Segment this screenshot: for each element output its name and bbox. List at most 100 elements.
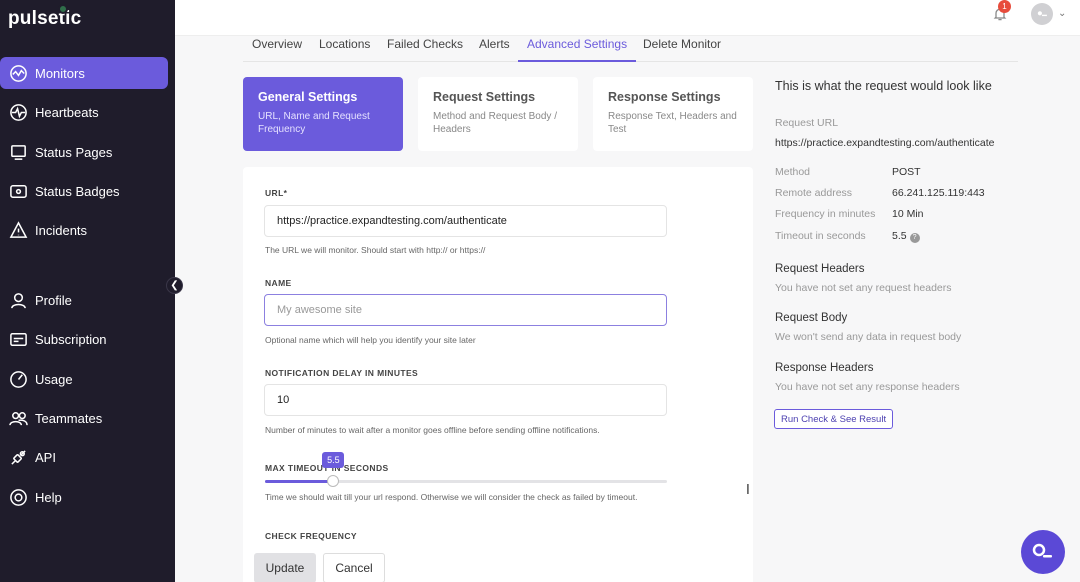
usage-icon <box>8 369 28 389</box>
cancel-button[interactable]: Cancel <box>323 553 385 582</box>
chat-support-button[interactable] <box>1021 530 1065 574</box>
max-timeout-help: Time we should wait till your url respon… <box>265 492 638 502</box>
notification-delay-field[interactable]: 10 <box>264 384 667 416</box>
timeout-value: 5.5 <box>892 230 907 242</box>
question-icon[interactable]: ? <box>909 233 920 243</box>
user-avatar-icon <box>1037 11 1047 17</box>
sidebar-item-usage[interactable]: Usage <box>0 363 168 395</box>
sidebar-item-label: Status Pages <box>35 144 113 160</box>
sidebar: pulsetic Monitors Heartbeats Status Page… <box>0 0 175 582</box>
sidebar-item-label: Monitors <box>35 65 85 81</box>
sidebar-item-status-pages[interactable]: Status Pages <box>0 136 168 168</box>
monitor-tabs: Overview Locations Failed Checks Alerts … <box>243 36 1018 62</box>
sidebar-item-label: Status Badges <box>35 183 120 199</box>
general-settings-form: URL* https://practice.expandtesting.com/… <box>243 167 753 582</box>
notification-delay-help: Number of minutes to wait after a monito… <box>265 425 600 435</box>
chat-icon <box>1032 543 1052 558</box>
sidebar-item-label: Teammates <box>35 410 103 426</box>
monitors-icon <box>8 63 28 83</box>
request-url-value: https://practice.expandtesting.com/authe… <box>775 137 995 149</box>
logo-dot <box>58 4 68 14</box>
slider-handle[interactable] <box>327 475 340 487</box>
slider-fill <box>265 480 334 483</box>
request-body-text: We won't send any data in request body <box>775 331 962 343</box>
response-headers-title: Response Headers <box>775 362 874 374</box>
sidebar-item-label: Subscription <box>35 331 107 347</box>
notification-badge: 1 <box>998 0 1011 13</box>
brand-logo[interactable]: pulsetic <box>8 8 81 30</box>
timeout-slider[interactable]: 5.5 <box>265 452 667 487</box>
request-url-label: Request URL <box>775 117 839 129</box>
sidebar-item-status-badges[interactable]: Status Badges <box>0 175 168 207</box>
tab-failed-checks[interactable]: Failed Checks <box>387 36 463 62</box>
avatar[interactable] <box>1031 3 1053 25</box>
sidebar-item-label: Usage <box>35 371 73 387</box>
sidebar-item-label: Help <box>35 489 62 505</box>
general-settings-card[interactable]: General Settings URL, Name and Request F… <box>243 77 403 151</box>
top-bar <box>175 0 1080 36</box>
name-field[interactable] <box>264 294 667 326</box>
sidebar-item-heartbeats[interactable]: Heartbeats <box>0 96 168 128</box>
sidebar-item-label: API <box>35 449 56 465</box>
chevron-down-icon[interactable]: ⌄ <box>1058 8 1066 19</box>
remote-address-value: 66.241.125.119:443 <box>892 187 985 199</box>
card-description: Response Text, Headers and Test <box>608 111 737 135</box>
timeout-label: Timeout in seconds <box>775 230 866 242</box>
sidebar-item-label: Heartbeats <box>35 104 99 120</box>
request-settings-card[interactable]: Request Settings Method and Request Body… <box>418 77 578 151</box>
sidebar-item-incidents[interactable]: Incidents <box>0 214 168 246</box>
sidebar-item-help[interactable]: Help <box>0 481 168 513</box>
heartbeat-icon <box>8 102 28 122</box>
incidents-icon <box>8 220 28 240</box>
request-headers-title: Request Headers <box>775 263 865 275</box>
tab-delete-monitor[interactable]: Delete Monitor <box>643 36 721 62</box>
sidebar-item-subscription[interactable]: Subscription <box>0 323 168 355</box>
help-icon <box>8 487 28 507</box>
notification-delay-label: NOTIFICATION DELAY IN MINUTES <box>265 368 419 378</box>
frequency-label: Frequency in minutes <box>775 208 876 220</box>
subscription-icon <box>8 329 28 349</box>
method-value: POST <box>892 166 921 178</box>
run-check-button[interactable]: Run Check & See Result <box>774 409 894 429</box>
url-label: URL* <box>265 188 288 198</box>
remote-address-label: Remote address <box>775 187 853 199</box>
sidebar-item-label: Profile <box>35 292 72 308</box>
update-button[interactable]: Update <box>254 553 316 582</box>
url-help: The URL we will monitor. Should start wi… <box>265 245 486 255</box>
tab-advanced-settings[interactable]: Advanced Settings <box>518 36 637 62</box>
preview-title: This is what the request would look like <box>775 79 992 93</box>
sidebar-item-monitors[interactable]: Monitors <box>0 57 168 89</box>
request-body-title: Request Body <box>775 312 848 324</box>
name-label: NAME <box>265 278 292 288</box>
sidebar-item-profile[interactable]: Profile <box>0 284 168 316</box>
slider-value-tooltip: 5.5 <box>322 452 345 468</box>
check-frequency-label: CHECK FREQUENCY <box>265 531 357 541</box>
method-label: Method <box>775 166 811 178</box>
tab-locations[interactable]: Locations <box>319 36 370 62</box>
timeout-value-row: 5.5? <box>892 230 920 243</box>
tab-overview[interactable]: Overview <box>252 36 302 62</box>
frequency-value: 10 Min <box>892 208 924 220</box>
teammates-icon <box>8 408 28 428</box>
request-headers-text: You have not set any request headers <box>775 282 952 294</box>
chevron-left-icon: ❮ <box>170 280 179 291</box>
response-headers-text: You have not set any response headers <box>775 381 960 393</box>
sidebar-item-api[interactable]: API <box>0 441 168 473</box>
name-help: Optional name which will help you identi… <box>265 335 476 345</box>
response-settings-card[interactable]: Response Settings Response Text, Headers… <box>593 77 753 151</box>
status-badges-icon <box>8 181 28 201</box>
api-icon <box>8 447 28 467</box>
profile-icon <box>8 290 28 310</box>
card-description: Method and Request Body / Headers <box>433 111 557 135</box>
card-description: URL, Name and Request Frequency <box>258 111 370 135</box>
sidebar-item-label: Incidents <box>35 222 88 238</box>
sidebar-item-teammates[interactable]: Teammates <box>0 402 168 434</box>
card-title: General Settings <box>258 90 358 104</box>
url-field[interactable]: https://practice.expandtesting.com/authe… <box>264 205 667 237</box>
card-title: Request Settings <box>433 90 536 104</box>
tab-alerts[interactable]: Alerts <box>479 36 510 62</box>
sidebar-collapse-button[interactable]: ❮ <box>166 277 183 294</box>
text-cursor-icon: I <box>746 483 750 498</box>
status-pages-icon <box>8 142 28 162</box>
card-title: Response Settings <box>608 90 721 104</box>
